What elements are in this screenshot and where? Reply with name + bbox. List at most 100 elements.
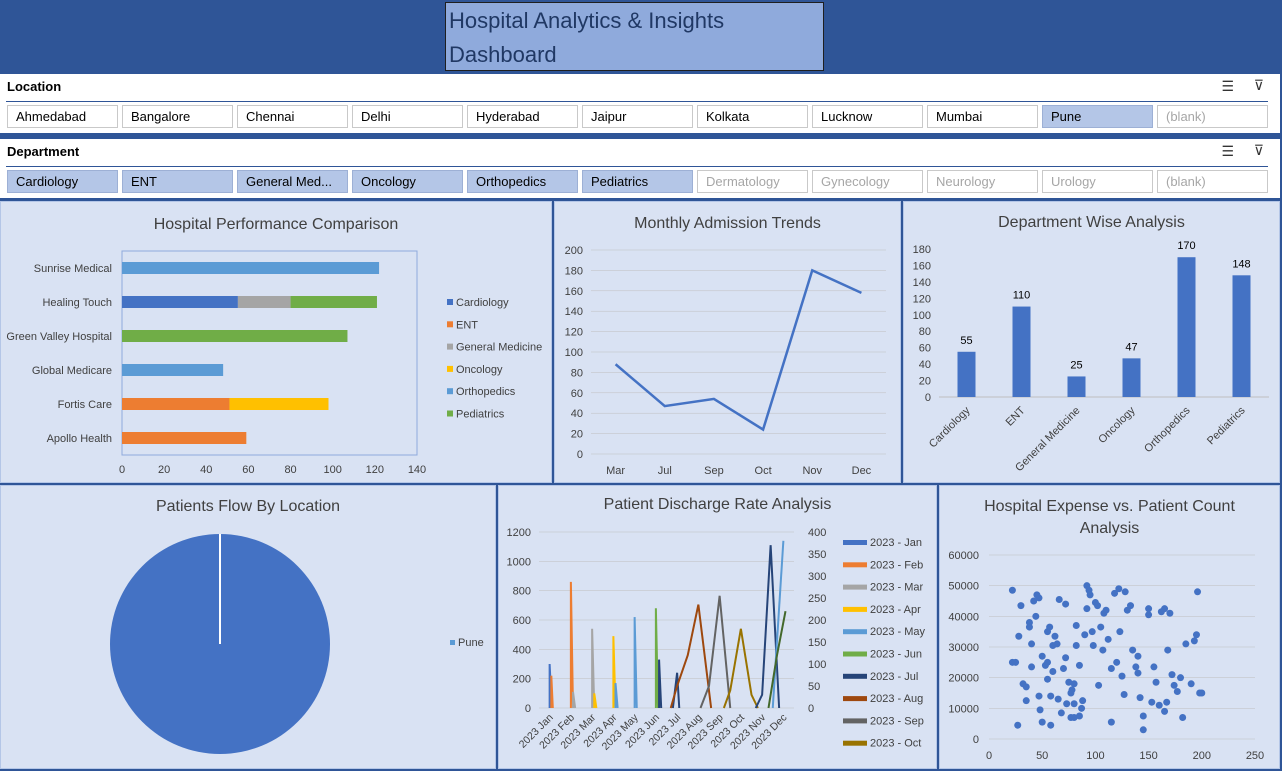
clear-filter-icon[interactable]: ⊽ [1254,142,1264,159]
scatter-point [1038,652,1046,660]
scatter-point [1118,672,1126,680]
slicer-item[interactable]: (blank) [1157,105,1268,128]
slicer-item[interactable]: Chennai [237,105,348,128]
scatter-point [1136,694,1144,702]
scatter-point [1152,678,1160,686]
x-tick-label: 80 [284,464,296,476]
series-line [614,682,619,709]
scatter-point [1053,640,1061,648]
scatter-point [1028,640,1036,648]
slicer-item[interactable]: Delhi [352,105,463,128]
y-tick-label: 20000 [948,673,979,685]
legend-swatch [843,584,867,590]
dashboard-title: Hospital Analytics & Insights Dashboard [445,2,824,71]
y2-tick-label: 100 [808,659,826,671]
discharge-rate-panel: Patient Discharge Rate Analysis 0 200 400 6… [498,485,937,769]
location-slicer-header: Location [7,79,62,94]
scatter-point [1083,605,1091,613]
slicer-item[interactable]: Jaipur [582,105,693,128]
scatter-point [1079,697,1087,705]
scatter-point [1173,687,1181,695]
bar [1067,376,1086,397]
slicer-item[interactable]: Dermatology [697,170,808,193]
slicer-item[interactable]: Mumbai [927,105,1038,128]
multi-select-icon[interactable]: ☰ [1221,78,1234,95]
scatter-point [1155,701,1163,709]
scatter-point [1170,681,1178,689]
x-tick-label: 0 [119,464,125,476]
scatter-point [1129,646,1137,654]
legend-label: General Medicine [456,342,542,354]
clear-filter-icon[interactable]: ⊽ [1254,77,1264,94]
slicer-item[interactable]: Ahmedabad [7,105,118,128]
legend-swatch [447,343,453,350]
scatter-point [1054,695,1062,703]
legend-label: 2023 - May [870,626,926,638]
bar [1232,275,1251,397]
x-tick-label: 20 [158,464,170,476]
x-tick-label: Cardiology [927,404,973,450]
y-tick-label: 0 [973,734,979,746]
slicer-item[interactable]: Pune [1042,105,1153,128]
x-tick-label: 140 [408,464,426,476]
x-tick-label: 50 [1036,750,1048,762]
scatter-point [1044,658,1052,666]
slicer-item[interactable]: ENT [122,170,233,193]
scatter-point [1190,637,1198,645]
scatter-point [1014,721,1022,729]
y-category-label: Apollo Health [47,433,112,445]
x-tick-label: Dec [852,465,872,477]
patients-flow-chart: Pune [110,534,484,754]
dashboard-title-line1: Hospital Analytics & Insights [449,8,725,33]
scatter-point [1139,712,1147,720]
x-tick-label: Orthopedics [1142,404,1193,455]
y-tick-label: 140 [913,277,931,289]
slicer-item[interactable]: Neurology [927,170,1038,193]
multi-select-icon[interactable]: ☰ [1221,143,1234,160]
slicer-item[interactable]: (blank) [1157,170,1268,193]
series-line [722,628,759,709]
slicer-item[interactable]: Orthopedics [467,170,578,193]
scatter-point [1017,602,1025,610]
slicer-item[interactable]: Lucknow [812,105,923,128]
legend-swatch [843,562,867,568]
scatter-point [1062,654,1070,662]
slicer-item[interactable]: Bangalore [122,105,233,128]
slicer-item[interactable]: Oncology [352,170,463,193]
x-tick-label: 200 [1193,750,1211,762]
y-tick-label: 100 [913,310,931,322]
slicer-item[interactable]: Pediatrics [582,170,693,193]
series-line [614,268,862,432]
slicer-item[interactable]: General Med... [237,170,348,193]
x-tick-label: Oct [755,465,772,477]
scatter-point [1068,686,1076,694]
slicer-item[interactable]: Cardiology [7,170,118,193]
y-tick-label: 1000 [507,556,531,568]
bar-segment [122,262,380,274]
department-analysis-chart: 0 20 40 60 80 100 120 140 160 180 55 Cardiology 110 E… [913,240,1269,474]
slicer-item[interactable]: Hyderabad [467,105,578,128]
scatter-point [1057,709,1065,717]
scatter-point [1046,623,1054,631]
y-tick-label: 1200 [507,527,531,539]
department-slicer-header: Department [7,144,80,159]
y-tick-label: 160 [913,260,931,272]
y-tick-label: 0 [525,703,531,715]
department-slicer: Department ☰ ⊽ Cardiology ENT General Med.… [0,139,1280,198]
series-line [754,545,781,709]
legend-swatch [447,365,453,372]
legend-label: 2023 - Aug [870,693,923,705]
slicer-item[interactable]: Kolkata [697,105,808,128]
scatter-point [1070,680,1078,688]
y-tick-label: 120 [565,327,583,339]
scatter-point [1102,606,1110,614]
x-tick-label: 0 [986,750,992,762]
scatter-point [1081,631,1089,639]
slicer-item[interactable]: Gynecology [812,170,923,193]
data-label: 55 [960,335,972,347]
scatter-point [1075,661,1083,669]
legend-swatch [843,540,867,545]
y2-tick-label: 150 [808,637,826,649]
scatter-point [1107,664,1115,672]
slicer-item[interactable]: Urology [1042,170,1153,193]
